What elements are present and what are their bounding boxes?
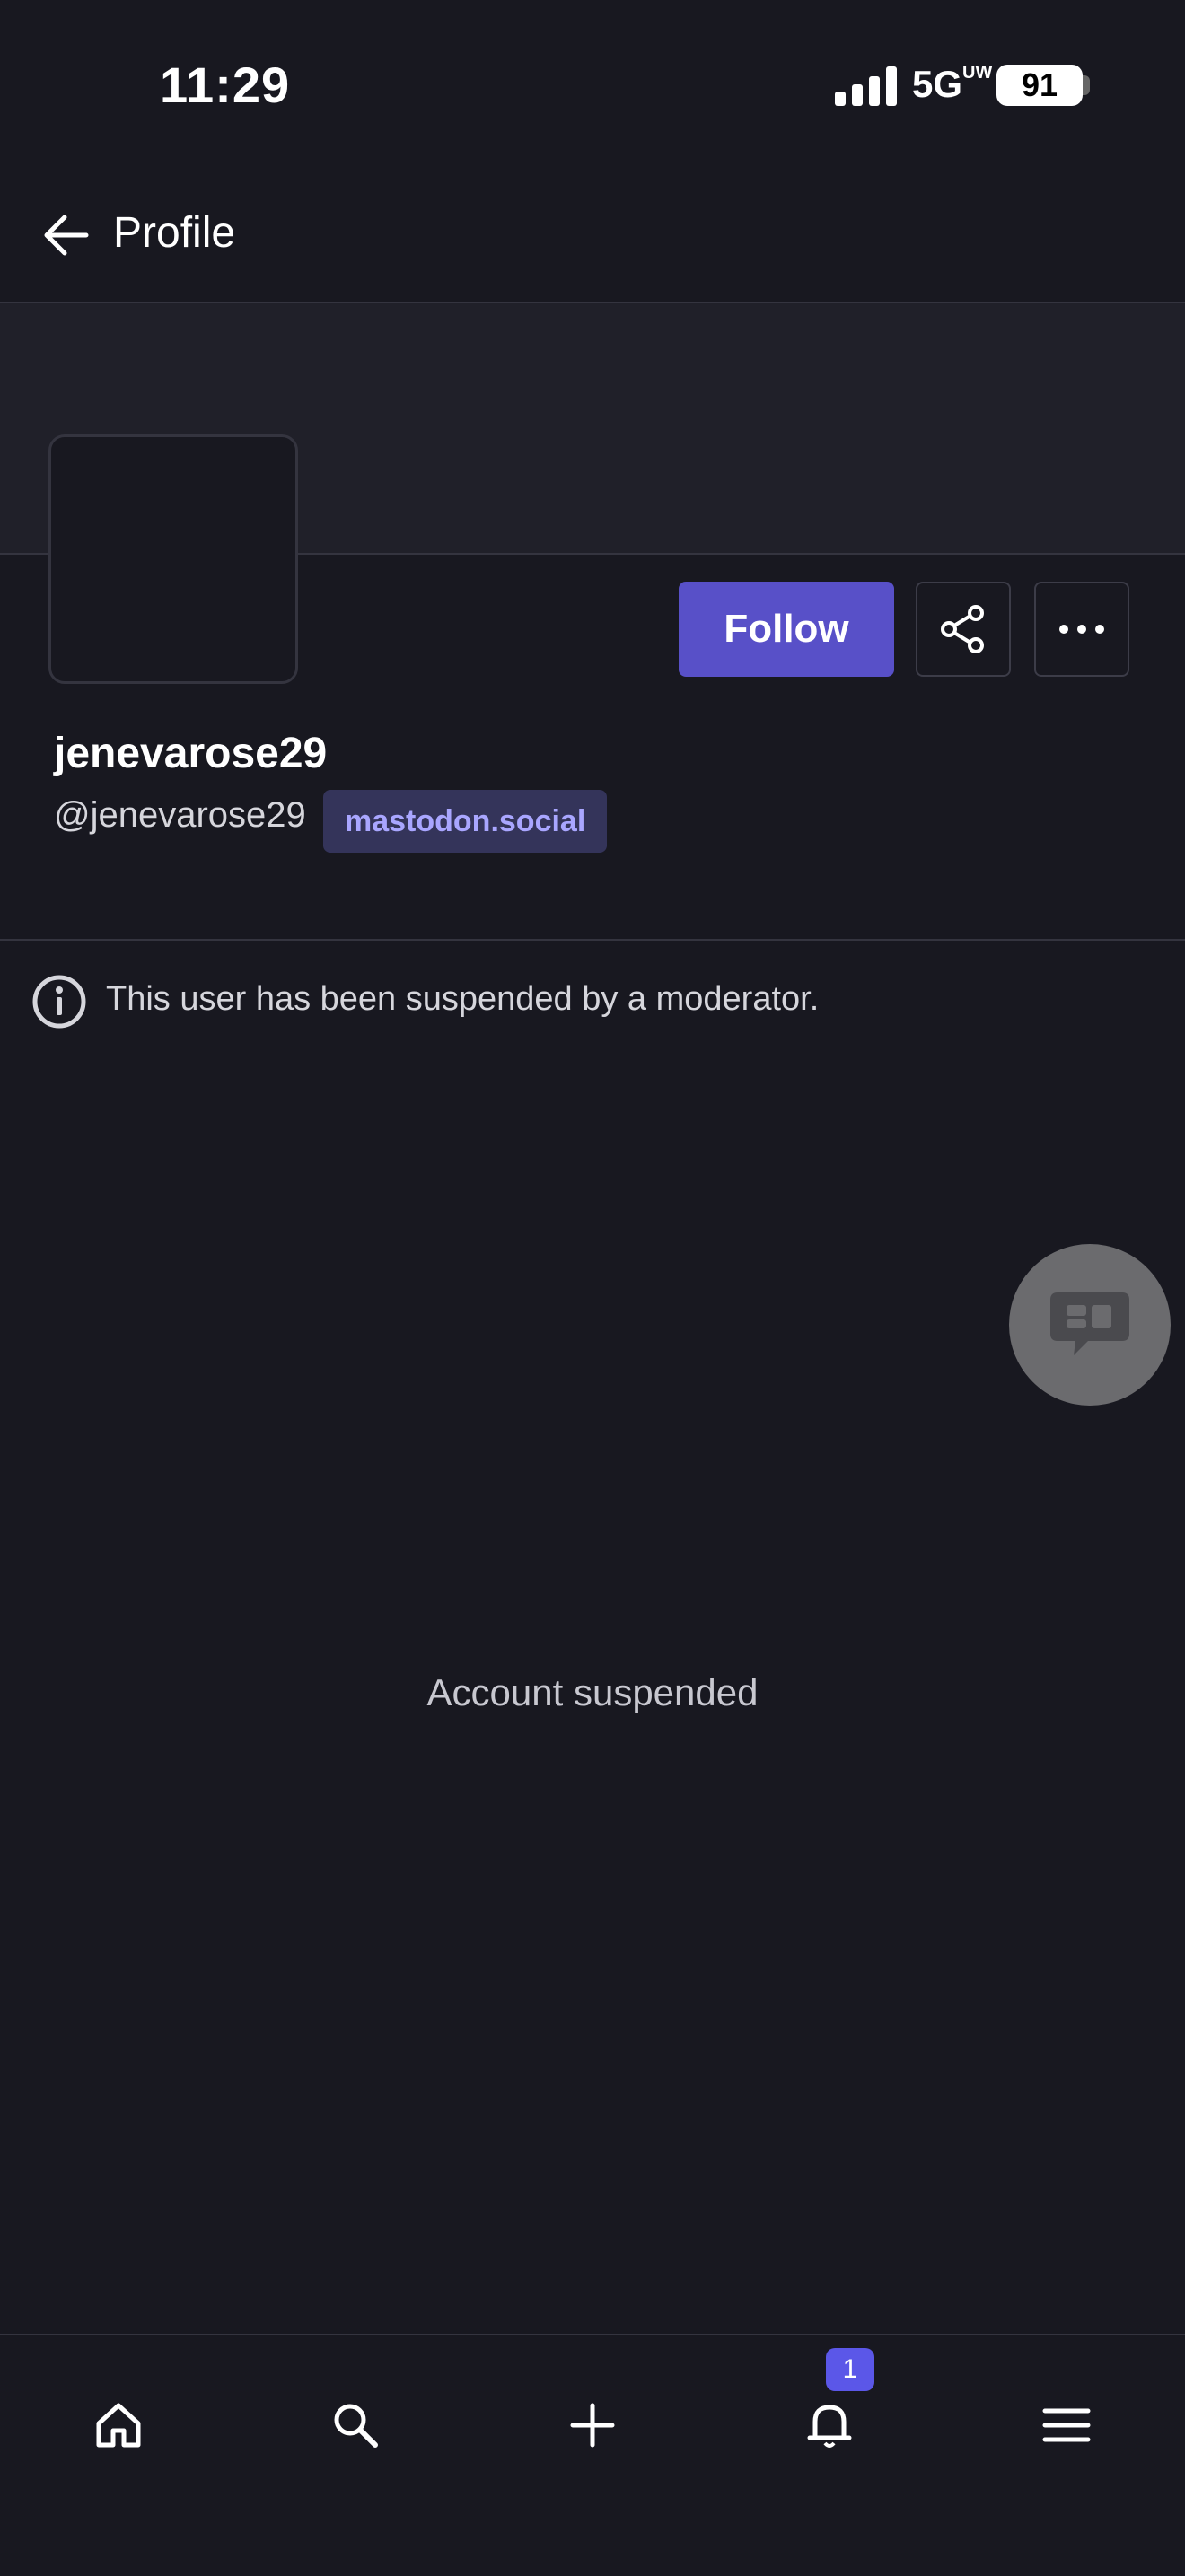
chat-bubble-icon: [1050, 1292, 1129, 1355]
account-handle: @jenevarose29: [54, 795, 306, 835]
nav-notifications[interactable]: [785, 2380, 874, 2470]
network-type: 5GUW: [912, 63, 993, 105]
page-title: Profile: [113, 209, 236, 257]
search-icon: [334, 2404, 378, 2448]
section-divider: [0, 939, 1185, 941]
nav-compose[interactable]: [548, 2380, 637, 2470]
suspension-notice: This user has been suspended by a modera…: [106, 980, 820, 1018]
status-bar: 11:29 5GUW 91: [0, 0, 1185, 171]
avatar[interactable]: [48, 434, 298, 684]
home-icon: [96, 2403, 141, 2448]
ellipsis-icon: [1059, 625, 1104, 634]
share-icon: [941, 605, 984, 653]
floating-chat-button[interactable]: [1009, 1244, 1171, 1406]
display-name: jenevarose29: [54, 730, 328, 777]
plus-icon: [570, 2403, 615, 2448]
bottom-navigation: 1: [0, 2334, 1185, 2576]
battery-icon: 91: [996, 65, 1083, 106]
nav-menu[interactable]: [1022, 2380, 1111, 2470]
notification-count-badge: 1: [826, 2348, 874, 2391]
nav-home[interactable]: [74, 2380, 163, 2470]
hamburger-menu-icon: [1042, 2408, 1091, 2442]
nav-search[interactable]: [311, 2380, 400, 2470]
bell-icon: [807, 2405, 852, 2448]
domain-badge[interactable]: mastodon.social: [323, 790, 608, 853]
empty-state-text: Account suspended: [426, 1671, 759, 1713]
more-options-button[interactable]: [1034, 582, 1129, 677]
back-arrow-icon[interactable]: [41, 210, 92, 260]
info-icon: [32, 975, 86, 1029]
signal-icon: [835, 66, 897, 106]
top-bar: Profile: [0, 171, 1185, 303]
status-time: 11:29: [160, 57, 291, 113]
share-button[interactable]: [916, 582, 1011, 677]
battery-tip: [1083, 75, 1090, 95]
follow-button[interactable]: Follow: [679, 582, 894, 677]
